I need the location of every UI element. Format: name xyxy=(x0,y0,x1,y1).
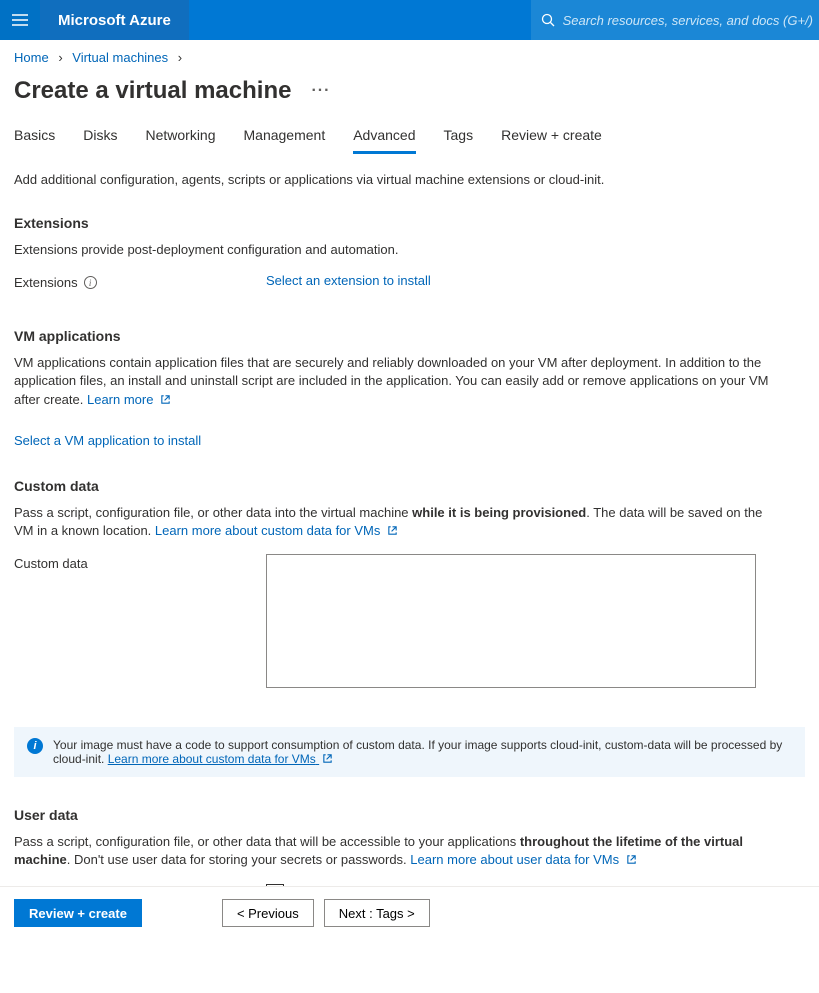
vm-applications-learn-more-link[interactable]: Learn more xyxy=(87,392,171,407)
custom-data-heading: Custom data xyxy=(14,478,805,494)
brand-label[interactable]: Microsoft Azure xyxy=(40,0,189,40)
vm-applications-heading: VM applications xyxy=(14,328,805,344)
tab-basics[interactable]: Basics xyxy=(14,123,55,154)
info-icon[interactable]: i xyxy=(84,276,97,289)
extensions-description: Extensions provide post-deployment confi… xyxy=(14,241,774,259)
review-create-button[interactable]: Review + create xyxy=(14,899,142,927)
chevron-right-icon: › xyxy=(58,50,62,65)
page-title-text: Create a virtual machine xyxy=(14,77,291,105)
vm-applications-description: VM applications contain application file… xyxy=(14,354,774,409)
tab-review[interactable]: Review + create xyxy=(501,123,602,154)
breadcrumb-home[interactable]: Home xyxy=(14,50,49,65)
select-extension-link[interactable]: Select an extension to install xyxy=(266,273,431,288)
extensions-field-label: Extensions i xyxy=(14,273,266,290)
tab-disks[interactable]: Disks xyxy=(83,123,117,154)
external-link-icon xyxy=(626,854,637,865)
external-link-icon xyxy=(387,525,398,536)
custom-data-info-box: i Your image must have a code to support… xyxy=(14,727,805,777)
info-icon: i xyxy=(27,738,43,754)
top-bar: Microsoft Azure Search resources, servic… xyxy=(0,0,819,40)
more-actions-button[interactable]: ··· xyxy=(311,82,330,100)
tab-networking[interactable]: Networking xyxy=(145,123,215,154)
tab-strip: Basics Disks Networking Management Advan… xyxy=(14,123,805,154)
select-vm-application-link[interactable]: Select a VM application to install xyxy=(14,433,201,448)
search-placeholder: Search resources, services, and docs (G+… xyxy=(563,13,813,28)
chevron-right-icon: › xyxy=(178,50,182,65)
search-icon xyxy=(541,13,555,27)
user-data-description: Pass a script, configuration file, or ot… xyxy=(14,833,774,869)
tab-tags[interactable]: Tags xyxy=(444,123,474,154)
hamburger-icon xyxy=(12,14,28,26)
global-search[interactable]: Search resources, services, and docs (G+… xyxy=(531,0,819,40)
breadcrumb: Home › Virtual machines › xyxy=(14,48,805,73)
external-link-icon xyxy=(160,394,171,405)
tab-management[interactable]: Management xyxy=(244,123,326,154)
user-data-learn-more-link[interactable]: Learn more about user data for VMs xyxy=(410,852,636,867)
page-title: Create a virtual machine ··· xyxy=(14,77,805,105)
previous-button[interactable]: < Previous xyxy=(222,899,314,927)
tab-advanced[interactable]: Advanced xyxy=(353,123,415,154)
custom-data-field-label: Custom data xyxy=(14,554,266,571)
tab-intro-text: Add additional configuration, agents, sc… xyxy=(14,172,805,187)
custom-data-description: Pass a script, configuration file, or ot… xyxy=(14,504,774,540)
hamburger-menu-button[interactable] xyxy=(0,0,40,40)
custom-data-learn-more-link[interactable]: Learn more about custom data for VMs xyxy=(155,523,398,538)
extensions-heading: Extensions xyxy=(14,215,805,231)
wizard-footer: Review + create < Previous Next : Tags > xyxy=(0,886,819,939)
breadcrumb-virtual-machines[interactable]: Virtual machines xyxy=(72,50,168,65)
info-box-learn-more-link[interactable]: Learn more about custom data for VMs xyxy=(108,752,333,766)
external-link-icon xyxy=(322,753,333,764)
custom-data-textarea[interactable] xyxy=(266,554,756,688)
user-data-heading: User data xyxy=(14,807,805,823)
next-button[interactable]: Next : Tags > xyxy=(324,899,430,927)
